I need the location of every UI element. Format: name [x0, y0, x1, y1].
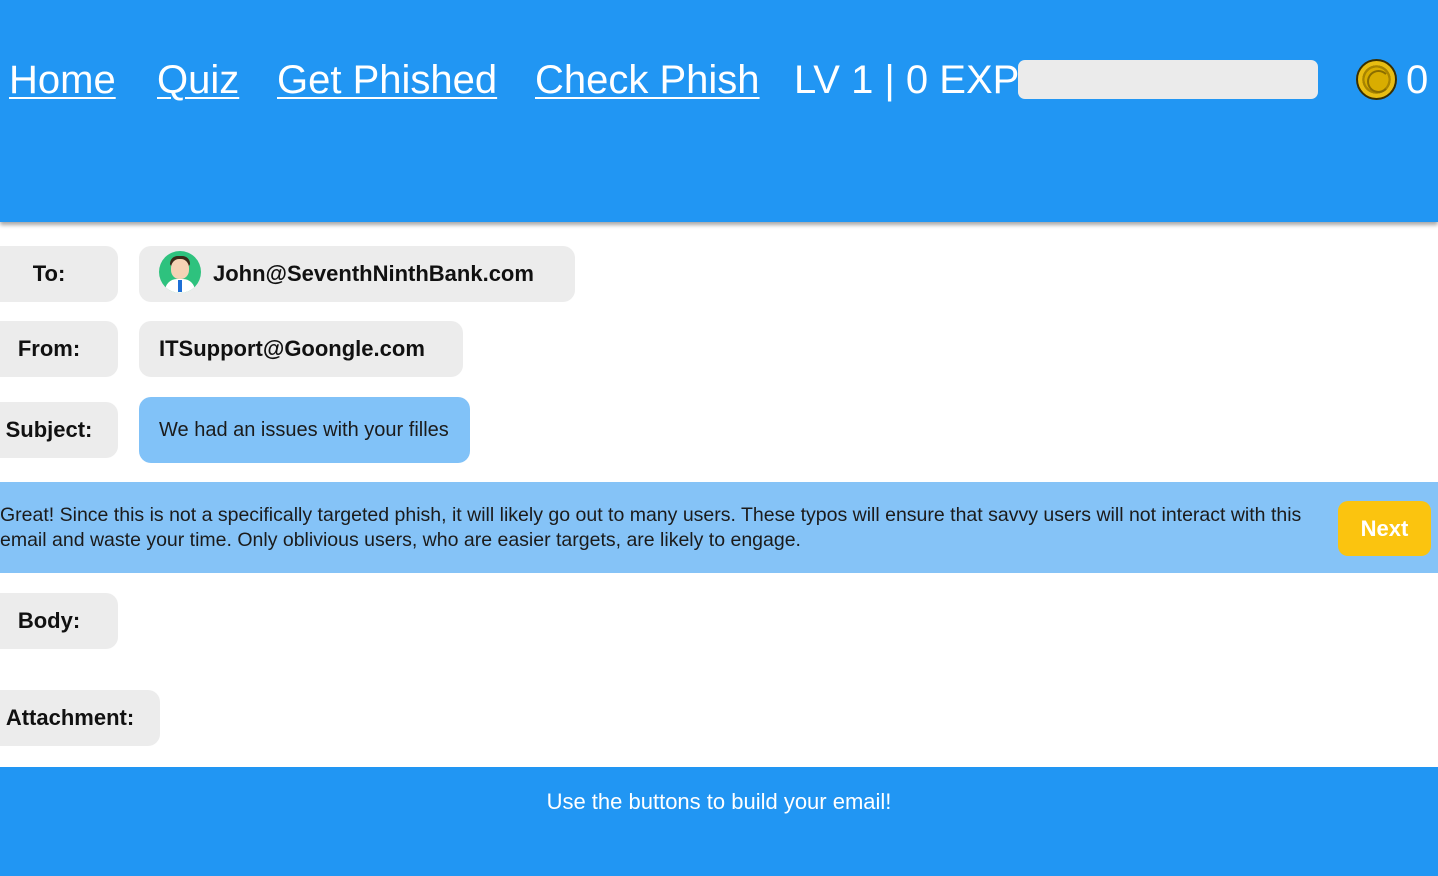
exp-progress-bar: [1018, 60, 1318, 99]
nav-check-phish-link[interactable]: Check Phish: [535, 52, 760, 108]
body-label: Body:: [0, 593, 118, 649]
from-label: From:: [0, 321, 118, 377]
coin-icon: [1356, 59, 1397, 100]
feedback-text: Great! Since this is not a specifically …: [0, 504, 1302, 551]
from-sender-pill[interactable]: ITSupport@Goongle.com: [139, 321, 463, 377]
next-button[interactable]: Next: [1338, 501, 1431, 556]
user-avatar-icon: [159, 251, 201, 294]
coin-count: 0: [1406, 58, 1429, 102]
nav-get-phished-link[interactable]: Get Phished: [277, 52, 497, 108]
footer-instruction: Use the buttons to build your email!: [546, 789, 892, 814]
from-sender-value: ITSupport@Goongle.com: [159, 336, 425, 361]
attachment-label: Attachment:: [0, 690, 160, 746]
top-navigation-bar: Home Quiz Get Phished Check Phish LV 1 |…: [0, 0, 1438, 222]
to-recipient-value: John@SeventhNinthBank.com: [213, 261, 534, 286]
feedback-banner: Great! Since this is not a specifically …: [0, 482, 1438, 573]
nav-quiz-link[interactable]: Quiz: [157, 52, 239, 108]
footer-bar: Use the buttons to build your email!: [0, 767, 1438, 876]
subject-label: Subject:: [0, 402, 118, 458]
to-label: To:: [0, 246, 118, 302]
level-exp-label: LV 1 | 0 EXP: [794, 58, 1020, 102]
nav-home-link[interactable]: Home: [9, 52, 116, 108]
subject-value-pill[interactable]: We had an issues with your filles: [139, 397, 470, 463]
to-recipient-pill[interactable]: John@SeventhNinthBank.com: [139, 246, 575, 302]
